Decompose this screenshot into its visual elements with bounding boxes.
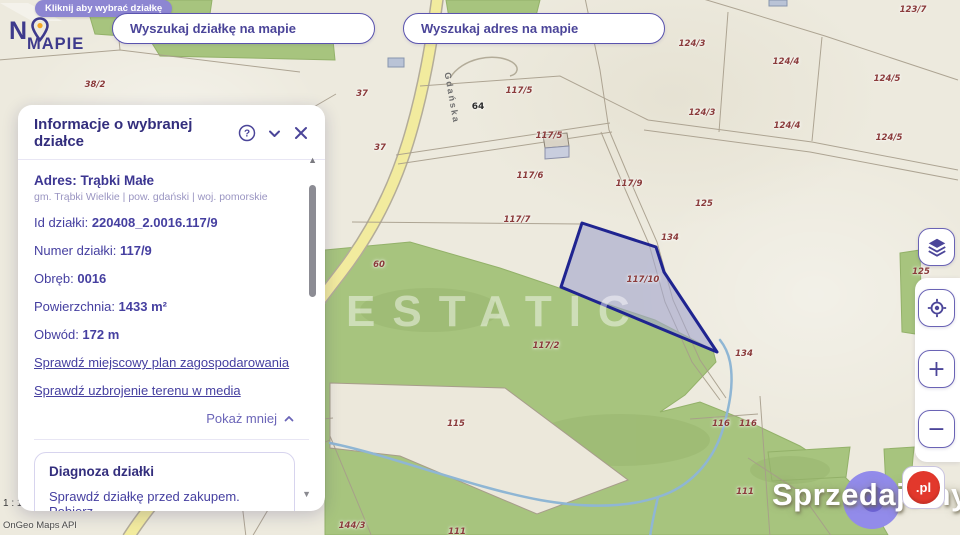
panel-scrollbar[interactable]: [309, 185, 316, 297]
parcel-number-label: 123/7: [900, 5, 927, 15]
parcel-info-row: Numer działki: 117/9: [34, 242, 295, 259]
parcel-number-label: 125: [695, 199, 713, 209]
search-address-button[interactable]: Wyszukaj adres na mapie: [403, 13, 665, 44]
parcel-number-label: 124/5: [876, 133, 903, 143]
layers-button[interactable]: [918, 228, 955, 266]
close-icon[interactable]: [291, 123, 311, 143]
collapse-chevron-icon[interactable]: [264, 123, 284, 143]
locate-icon: [926, 297, 948, 319]
parcel-number-label: 134: [661, 233, 679, 243]
chevron-up-icon: [283, 413, 295, 425]
parcel-number-label: 111: [448, 527, 466, 535]
panel-title: Informacje o wybranej działce: [34, 116, 230, 150]
minus-icon: −: [927, 417, 945, 442]
parcel-number-label: 124/5: [874, 74, 901, 84]
plus-icon: +: [927, 357, 945, 382]
pl-badge: .pl: [902, 466, 945, 509]
parcel-number-label: 117/9: [616, 179, 643, 189]
show-less-button[interactable]: Pokaż mniej: [34, 411, 295, 426]
parcel-number-label: 117/2: [533, 341, 560, 351]
parcel-number-label: 115: [447, 419, 465, 429]
namapie-logo[interactable]: N MAPIE: [8, 16, 88, 56]
parcel-info-row: Id działki: 220408_2.0016.117/9: [34, 214, 295, 231]
parcel-number-label: 37: [374, 143, 386, 153]
diagnosis-card[interactable]: Diagnoza działki Sprawdź działkę przed z…: [34, 452, 295, 511]
scroll-up-icon[interactable]: ▲: [308, 155, 317, 165]
parcel-number-label: 144/3: [339, 521, 366, 531]
parcel-number-label: 117/6: [517, 171, 544, 181]
map-attribution: OnGeo Maps API: [3, 520, 77, 531]
parcel-number-label: 117/5: [506, 86, 533, 96]
road-loop: [450, 57, 517, 78]
zoom-in-button[interactable]: +: [918, 350, 955, 388]
parcel-number-label: 124/4: [774, 121, 801, 131]
parcel-number-label: 60: [373, 260, 385, 270]
parcel-info-row: Obwód: 172 m: [34, 326, 295, 343]
panel-body: Adres: Trąbki Małe gm. Trąbki Wielkie | …: [18, 160, 325, 511]
show-less-label: Pokaż mniej: [206, 411, 277, 426]
parcel-number-label: 125: [912, 267, 930, 277]
link-zoning-plan[interactable]: Sprawdź miejscowy plan zagospodarowania: [34, 354, 295, 371]
scroll-down-icon[interactable]: ▼: [302, 489, 311, 499]
zoom-out-button[interactable]: −: [918, 410, 955, 448]
parcel-number-label: 117/5: [536, 131, 563, 141]
parcel-number-label: 111: [736, 487, 754, 497]
logo-text-mapie: MAPIE: [27, 35, 84, 54]
svg-text:?: ?: [244, 129, 250, 140]
parcel-number-label: 124/3: [679, 39, 706, 49]
parcel-info-panel: Informacje o wybranej działce ? Adres: T…: [18, 105, 325, 511]
parcel-number-label: 116: [712, 419, 730, 429]
parcel-number-label: 64: [472, 102, 485, 112]
diagnosis-title: Diagnoza działki: [49, 464, 280, 479]
panel-divider: [34, 439, 309, 440]
layers-icon: [926, 236, 948, 258]
parcel-info-row: Powierzchnia: 1433 m²: [34, 298, 295, 315]
parcel-number-label: 37: [356, 89, 368, 99]
parcel-details: Id działki: 220408_2.0016.117/9 Numer dzi…: [34, 214, 295, 343]
search-parcel-button[interactable]: Wyszukaj działkę na mapie: [112, 13, 375, 44]
pl-badge-icon: .pl: [907, 471, 940, 504]
parcel-number-label: 117/7: [504, 215, 531, 225]
parcel-number-label: 124/3: [689, 108, 716, 118]
parcel-address: Adres: Trąbki Małe: [34, 173, 295, 188]
parcel-address-sub: gm. Trąbki Wielkie | pow. gdański | woj.…: [34, 191, 295, 203]
logo-text-n: N: [9, 17, 27, 46]
estatic-watermark: ESTATIC: [346, 287, 647, 337]
app-window: ESTATIC 38/2 37 37 64 117/5 117/5 117/6 117/7 11…: [0, 0, 960, 535]
parcel-number-label: 117/10: [627, 275, 660, 285]
parcel-number-label: 38/2: [85, 80, 106, 90]
parcel-info-row: Obręb: 0016: [34, 270, 295, 287]
link-utilities[interactable]: Sprawdź uzbrojenie terenu w media: [34, 382, 295, 399]
panel-header: Informacje o wybranej działce ?: [18, 105, 325, 159]
parcel-number-label: 124/4: [773, 57, 800, 67]
help-icon[interactable]: ?: [237, 123, 257, 143]
locate-button[interactable]: [918, 289, 955, 327]
parcel-number-label: 116: [739, 419, 757, 429]
parcel-number-label: 134: [735, 349, 753, 359]
diagnosis-body: Sprawdź działkę przed zakupem. Pobierz: [49, 489, 280, 511]
